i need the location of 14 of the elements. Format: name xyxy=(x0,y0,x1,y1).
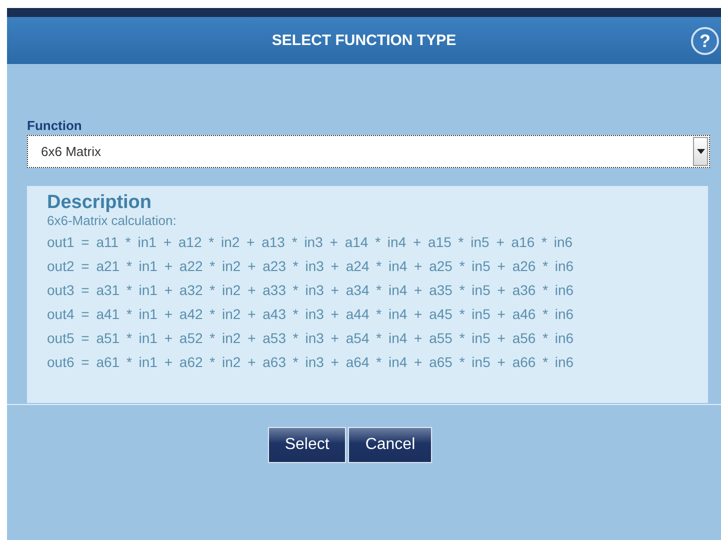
description-text: out5 = a51 * in1 + a52 * in2 + a53 * in3 + a54 * in4 + a55 * in5 + a56 * in6 xyxy=(47,329,575,348)
dialog-title: SELECT FUNCTION TYPE xyxy=(272,32,456,49)
description-text: out6 = a61 * in1 + a62 * in2 + a63 * in3 + a64 * in4 + a65 * in5 + a66 * in6 xyxy=(47,353,575,372)
help-button[interactable]: ? xyxy=(691,27,719,55)
description-text: out3 = a31 * in1 + a32 * in2 + a33 * in3 + a34 * in4 + a35 * in5 + a36 * in6 xyxy=(47,281,575,300)
description-text: 6x6-Matrix calculation: xyxy=(47,214,178,228)
dialog-button[interactable]: Select xyxy=(268,427,346,463)
dialog-button[interactable]: Cancel xyxy=(348,427,432,463)
description-text: out1 = a11 * in1 + a12 * in2 + a13 * in3 + a14 * in4 + a15 * in5 + a16 * in6 xyxy=(47,233,574,252)
description-heading: Description xyxy=(47,192,153,214)
field-label: Function xyxy=(27,118,83,133)
function-dropdown[interactable]: 6x6 Matrix xyxy=(27,135,710,168)
description-text: out2 = a21 * in1 + a22 * in2 + a23 * in3 + a24 * in4 + a25 * in5 + a26 * in6 xyxy=(47,257,575,276)
description-text: out4 = a41 * in1 + a42 * in2 + a43 * in3 + a44 * in4 + a45 * in5 + a46 * in6 xyxy=(47,305,575,324)
